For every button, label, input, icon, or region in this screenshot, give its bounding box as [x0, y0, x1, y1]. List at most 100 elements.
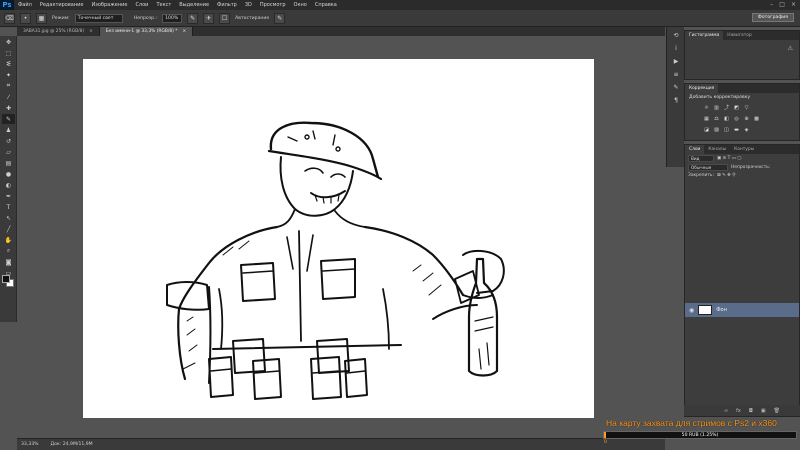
- foreground-color-swatch[interactable]: [2, 275, 10, 283]
- menu-view[interactable]: Просмотр: [256, 2, 290, 8]
- menu-layers[interactable]: Слои: [131, 2, 152, 8]
- donation-goal-caption: На карту захвата для стримов с Ps2 и x36…: [606, 418, 777, 428]
- info-icon[interactable]: i: [670, 44, 682, 53]
- adjustments-row-2: ▦ ⚖ ◧ ◎ ⊕ ▩: [685, 113, 799, 124]
- mode-select[interactable]: Точечный свет: [74, 13, 123, 23]
- paragraph-icon[interactable]: ¶: [670, 96, 682, 105]
- link-icon[interactable]: ∞: [724, 408, 728, 414]
- menu-3d[interactable]: 3D: [241, 2, 256, 8]
- posterize-icon[interactable]: ▨: [713, 126, 720, 133]
- donation-scale-min: 0: [604, 440, 607, 445]
- adjustments-panel: Коррекция Добавить корректировку ☼ ▥ ⤴ ◩…: [684, 83, 800, 141]
- eye-icon[interactable]: ◉: [689, 307, 694, 314]
- curves-icon[interactable]: ⤴: [723, 104, 730, 111]
- black-white-icon[interactable]: ◧: [723, 115, 730, 122]
- pen-tool-icon[interactable]: ✒: [2, 191, 15, 201]
- mask-icon[interactable]: ◘: [749, 408, 753, 414]
- selective-color-icon[interactable]: ◈: [743, 126, 750, 133]
- tab-paths[interactable]: Контуры: [730, 145, 758, 154]
- pressure-size-icon[interactable]: ✎: [274, 12, 286, 24]
- trash-icon[interactable]: 🗑: [774, 408, 780, 414]
- brush-presets-icon[interactable]: ✎: [670, 83, 682, 92]
- sketch-drawing: [166, 121, 505, 400]
- eyedropper-tool-icon[interactable]: ⁄: [2, 92, 15, 102]
- clone-stamp-tool-icon[interactable]: ♟: [2, 125, 15, 135]
- menu-file[interactable]: Файл: [14, 2, 36, 8]
- photoshop-logo: Ps: [0, 0, 14, 10]
- hue-saturation-icon[interactable]: ▦: [703, 115, 710, 122]
- tab-layers[interactable]: Слои: [685, 145, 705, 154]
- dodge-tool-icon[interactable]: ◐: [2, 180, 15, 190]
- type-tool-icon[interactable]: T: [2, 202, 15, 212]
- close-icon[interactable]: ×: [182, 29, 186, 36]
- pressure-opacity-icon[interactable]: ✎: [187, 12, 199, 24]
- marquee-tool-icon[interactable]: ⬚: [2, 48, 15, 58]
- airbrush-icon[interactable]: ✈: [203, 12, 215, 24]
- magic-wand-tool-icon[interactable]: ✦: [2, 70, 15, 80]
- tab-channels[interactable]: Каналы: [704, 145, 730, 154]
- properties-icon[interactable]: ≡: [670, 70, 682, 79]
- lock-icons[interactable]: ⊠ ✎ ✥ ⚲: [717, 173, 735, 178]
- levels-icon[interactable]: ▥: [713, 104, 720, 111]
- menu-text[interactable]: Текст: [152, 2, 175, 8]
- channel-mixer-icon[interactable]: ⊕: [743, 115, 750, 122]
- tab-document-1[interactable]: 3ABA31.jpg @ 25% (RGB/8) ×: [17, 27, 100, 36]
- photo-filter-icon[interactable]: ◎: [733, 115, 740, 122]
- options-bar: ⌫ • ▦ Режим: Точечный свет Непрозр.: 100…: [0, 10, 800, 27]
- exposure-icon[interactable]: ◩: [733, 104, 740, 111]
- hand-tool-icon[interactable]: ✋: [2, 235, 15, 245]
- auto-erase-checkbox[interactable]: ☐: [219, 12, 231, 24]
- path-select-tool-icon[interactable]: ↖: [2, 213, 15, 223]
- quick-mask-icon[interactable]: ◙: [2, 257, 15, 267]
- healing-brush-tool-icon[interactable]: ✚: [2, 103, 15, 113]
- brush-size-icon[interactable]: •: [20, 12, 31, 24]
- actions-icon[interactable]: ▶: [670, 57, 682, 66]
- tab-navigator[interactable]: Навигатор: [723, 31, 755, 40]
- eraser-tool-icon[interactable]: ▱: [2, 147, 15, 157]
- crop-tool-icon[interactable]: ⌗: [2, 81, 15, 91]
- menu-image[interactable]: Изображение: [87, 2, 131, 8]
- blur-tool-icon[interactable]: ●: [2, 169, 15, 179]
- opacity-field[interactable]: 100%: [162, 13, 183, 23]
- zoom-level[interactable]: 33,33%: [21, 442, 39, 447]
- tab-corrections[interactable]: Коррекция: [685, 84, 719, 93]
- menu-help[interactable]: Справка: [311, 2, 341, 8]
- blend-mode-select[interactable]: Обычные: [688, 164, 728, 171]
- kind-filter-select[interactable]: Вид: [688, 155, 714, 162]
- filter-icons[interactable]: ▣ ⊘ T ▭ ▢: [717, 156, 741, 161]
- close-icon[interactable]: ×: [89, 29, 93, 36]
- eraser-preset-icon[interactable]: ⌫: [4, 12, 15, 24]
- history-icon[interactable]: ⟲: [670, 31, 682, 40]
- fx-icon[interactable]: fx: [736, 408, 741, 414]
- vibrance-icon[interactable]: ▽: [743, 104, 750, 111]
- threshold-icon[interactable]: ◫: [723, 126, 730, 133]
- shape-tool-icon[interactable]: ╱: [2, 224, 15, 234]
- brush-panel-icon[interactable]: ▦: [36, 12, 47, 24]
- move-tool-icon[interactable]: ✥: [2, 37, 15, 47]
- workspace-button[interactable]: Фотография: [751, 13, 794, 22]
- invert-icon[interactable]: ◪: [703, 126, 710, 133]
- new-layer-icon[interactable]: ▣: [761, 408, 766, 414]
- menu-window[interactable]: Окно: [290, 2, 311, 8]
- color-balance-icon[interactable]: ⚖: [713, 115, 720, 122]
- tab-label: 3ABA31.jpg @ 25% (RGB/8): [23, 29, 85, 34]
- history-brush-tool-icon[interactable]: ↺: [2, 136, 15, 146]
- lasso-tool-icon[interactable]: ᓬ: [2, 59, 15, 69]
- zoom-tool-icon[interactable]: ⌕: [2, 246, 15, 256]
- brush-tool-icon[interactable]: ✎: [2, 114, 15, 124]
- minimize-button[interactable]: –: [770, 1, 773, 8]
- menu-edit[interactable]: Редактирование: [36, 2, 88, 8]
- tab-histogram[interactable]: Гистограмма: [685, 31, 724, 40]
- document-tabs: 3ABA31.jpg @ 25% (RGB/8) × Без имени-1 @…: [17, 27, 665, 36]
- tab-document-2[interactable]: Без имени-1 @ 33,3% (RGB/8) * ×: [99, 27, 194, 36]
- maximize-button[interactable]: □: [779, 1, 785, 8]
- brightness-icon[interactable]: ☼: [703, 104, 710, 111]
- menu-select[interactable]: Выделение: [175, 2, 213, 8]
- close-button[interactable]: ×: [791, 1, 796, 8]
- color-lookup-icon[interactable]: ▩: [753, 115, 760, 122]
- gradient-map-icon[interactable]: ▬: [733, 126, 740, 133]
- menu-filter[interactable]: Фильтр: [213, 2, 241, 8]
- document-canvas[interactable]: [83, 59, 594, 418]
- layer-row[interactable]: ◉ Фон: [685, 303, 799, 317]
- gradient-tool-icon[interactable]: ▤: [2, 158, 15, 168]
